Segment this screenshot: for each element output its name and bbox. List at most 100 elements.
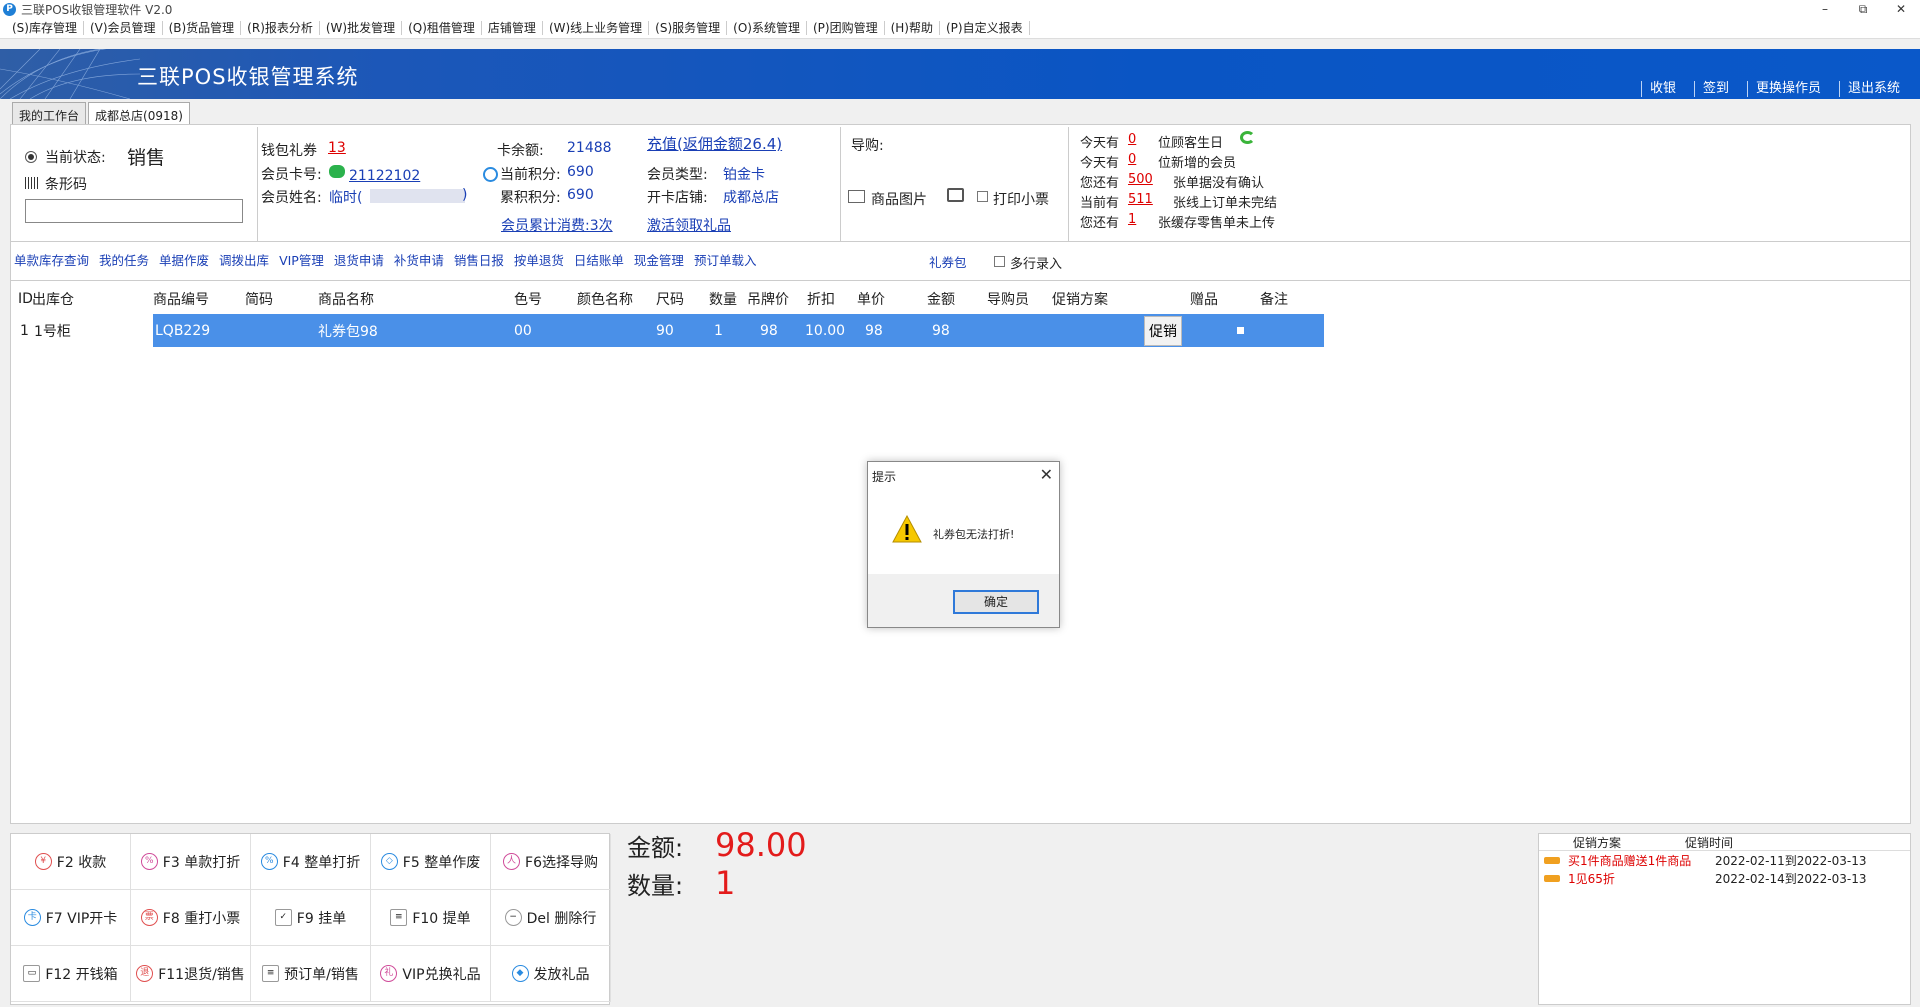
col-qty[interactable]: 数量 [709,289,747,309]
barcode-input[interactable] [25,199,243,223]
promotion-row[interactable]: 1见65折 2022-02-14到2022-03-13 [1539,869,1910,887]
col-unit-price[interactable]: 单价 [857,289,927,309]
menu-online[interactable]: (W)线上业务管理 [543,21,650,35]
wallet-value[interactable]: 13 [328,140,346,156]
fkey-reprint-button[interactable]: 票 F8 重打小票 [131,890,251,946]
col-size[interactable]: 尺码 [656,289,709,309]
restore-button[interactable]: ⧉ [1844,0,1882,18]
col-promo[interactable]: 促销方案 [1052,289,1190,309]
col-code[interactable]: 商品编号 [153,289,245,309]
col-discount[interactable]: 折扣 [807,289,857,309]
table-row-selected[interactable]: LQB229 礼券包98 00 90 1 98 10.00 98 98 促销 [153,314,1324,347]
nav-checkout[interactable]: 收银 [1640,81,1686,97]
refresh-icon[interactable] [1240,131,1255,144]
gift-checkbox[interactable] [1237,327,1244,334]
menu-reports[interactable]: (R)报表分析 [241,21,320,35]
notice-count[interactable]: 511 [1128,192,1153,207]
card-number-link[interactable]: 21122102 [349,168,420,184]
search-member-icon[interactable] [483,167,498,182]
notice-count[interactable]: 500 [1128,172,1153,187]
activate-gift-link[interactable]: 激活领取礼品 [647,215,731,235]
product-image-label[interactable]: 商品图片 [871,189,927,209]
tab-my-workspace[interactable]: 我的工作台 [12,102,87,124]
menu-member[interactable]: (V)会员管理 [84,21,163,35]
name-suffix: ) [462,187,468,203]
card-icon: 卡 [23,909,41,926]
col-remark[interactable]: 备注 [1260,289,1300,309]
print-receipt-checkbox[interactable] [977,191,988,202]
tab-chengdu-store[interactable]: 成都总店(0918) [88,102,190,124]
notice-count[interactable]: 0 [1128,132,1136,147]
action-daily-statement[interactable]: 日结账单 [574,250,624,269]
menu-inventory[interactable]: (S)库存管理 [6,21,84,35]
minimize-button[interactable]: – [1806,0,1844,18]
fkey-preorder-button[interactable]: ≡ 预订单/销售 [251,946,371,1002]
gift-pack-link[interactable]: 礼券包 [929,252,967,271]
menu-custom-report[interactable]: (P)自定义报表 [940,21,1030,35]
col-tag-price[interactable]: 吊牌价 [747,289,807,309]
nav-exit-system[interactable]: 退出系统 [1838,81,1910,97]
col-amount[interactable]: 金额 [927,289,987,309]
promotion-row[interactable]: 买1件商品赠送1件商品 2022-02-11到2022-03-13 [1539,851,1910,869]
promo-button[interactable]: 促销 [1144,315,1182,346]
fkey-void-order-button[interactable]: ◇ F5 整单作废 [371,834,491,890]
menu-wholesale[interactable]: (W)批发管理 [320,21,403,35]
action-void-doc[interactable]: 单据作废 [159,250,209,269]
table-row[interactable]: 1 1号柜 LQB229 礼券包98 00 90 1 98 10.00 98 9… [12,314,1334,347]
menu-rental[interactable]: (Q)租借管理 [402,21,482,35]
menu-system[interactable]: (O)系统管理 [727,21,807,35]
action-load-preorder[interactable]: 预订单载入 [694,250,757,269]
fkey-delete-row-button[interactable]: − Del 删除行 [491,890,611,946]
action-restock-request[interactable]: 补货申请 [394,250,444,269]
col-gift[interactable]: 赠品 [1190,289,1260,309]
fkey-cash-drawer-button[interactable]: ▭ F12 开钱箱 [11,946,131,1002]
nav-sign-in[interactable]: 签到 [1693,81,1739,97]
action-daily-sales[interactable]: 销售日报 [454,250,504,269]
fkey-label: F8 重打小票 [162,910,241,927]
col-warehouse[interactable]: 出库仓 [32,289,153,309]
menu-service[interactable]: (S)服务管理 [649,21,728,35]
multi-line-checkbox[interactable] [994,256,1005,267]
close-window-button[interactable]: ✕ [1882,0,1920,18]
menu-store[interactable]: 店铺管理 [482,21,543,35]
state-radio[interactable] [25,151,37,163]
col-color-name[interactable]: 颜色名称 [577,289,656,309]
nav-switch-operator[interactable]: 更换操作员 [1746,81,1831,97]
fkey-select-guide-button[interactable]: 人 F6选择导购 [491,834,611,890]
cell-name: 礼券包98 [318,323,378,340]
action-vip-manage[interactable]: VIP管理 [279,250,324,269]
table-header: ID 出库仓 商品编号 简码 商品名称 色号 颜色名称 尺码 数量 吊牌价 折扣… [12,284,1334,314]
return-icon: 退 [136,965,154,982]
fkey-checkout-button[interactable]: ¥ F2 收款 [11,834,131,890]
col-name[interactable]: 商品名称 [318,289,514,309]
action-cash-manage[interactable]: 现金管理 [634,250,684,269]
menu-groupbuy[interactable]: (P)团购管理 [807,21,885,35]
dialog-close-button[interactable]: ✕ [1040,465,1053,484]
action-my-tasks[interactable]: 我的任务 [99,250,149,269]
fkey-return-sale-button[interactable]: 退 F11退货/销售 [131,946,251,1002]
col-short[interactable]: 简码 [245,289,318,309]
quick-actions-bar: 单款库存查询 我的任务 单据作废 调拨出库 VIP管理 退货申请 补货申请 销售… [14,250,766,269]
action-return-by-order[interactable]: 按单退货 [514,250,564,269]
fkey-order-discount-button[interactable]: % F4 整单打折 [251,834,371,890]
fkey-hold-button[interactable]: ✓ F9 挂单 [251,890,371,946]
col-guide[interactable]: 导购员 [987,289,1052,309]
fkey-vip-gift-button[interactable]: 礼 VIP兑换礼品 [371,946,491,1002]
col-id[interactable]: ID [12,291,32,307]
fkey-vip-card-button[interactable]: 卡 F7 VIP开卡 [11,890,131,946]
action-stock-query[interactable]: 单款库存查询 [14,250,89,269]
action-transfer-out[interactable]: 调拨出库 [219,250,269,269]
notice-count[interactable]: 0 [1128,152,1136,167]
fkey-label: F2 收款 [56,854,107,871]
fkey-item-discount-button[interactable]: % F3 单款打折 [131,834,251,890]
recharge-link[interactable]: 充值(返佣金额26.4) [647,133,782,154]
col-color-no[interactable]: 色号 [514,289,577,309]
notice-count[interactable]: 1 [1128,212,1136,227]
fkey-retrieve-button[interactable]: ≡ F10 提单 [371,890,491,946]
dialog-ok-button[interactable]: 确定 [953,590,1039,614]
action-return-request[interactable]: 退货申请 [334,250,384,269]
consume-history-link[interactable]: 会员累计消费:3次 [501,215,613,235]
fkey-issue-gift-button[interactable]: ◆ 发放礼品 [491,946,611,1002]
menu-goods[interactable]: (B)货品管理 [163,21,242,35]
menu-help[interactable]: (H)帮助 [885,21,940,35]
